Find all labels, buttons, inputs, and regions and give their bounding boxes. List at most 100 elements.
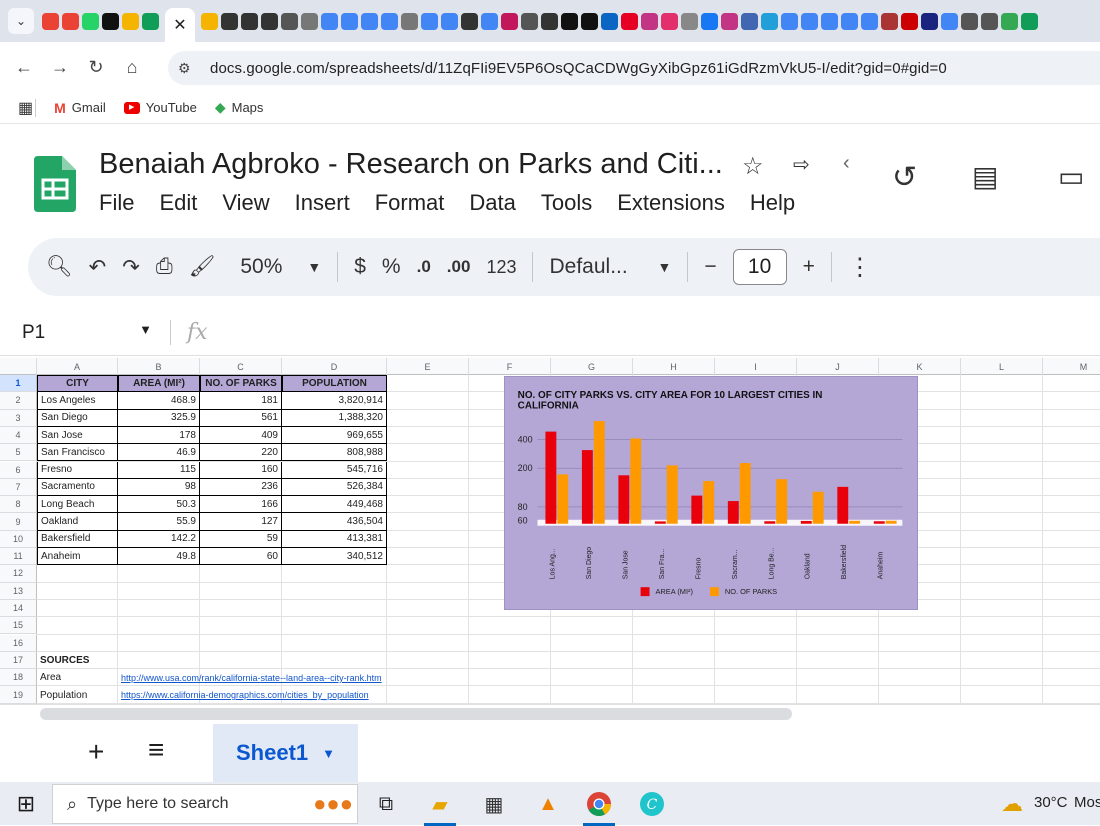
value-cell[interactable]: 561 (200, 409, 282, 427)
value-cell[interactable]: 55.9 (118, 513, 200, 531)
search-menus-icon[interactable]: 🔍︎ (46, 249, 73, 285)
tab-favicon-icon[interactable] (601, 12, 618, 30)
table-header-cell[interactable]: POPULATION (282, 375, 387, 393)
reload-icon[interactable]: ↻ (78, 49, 114, 85)
decrease-font-size-icon[interactable]: − (704, 249, 716, 285)
value-cell[interactable]: 449,468 (282, 496, 387, 514)
value-cell[interactable]: 160 (200, 461, 282, 479)
spreadsheet-grid[interactable]: ABCDEFGHIJKLM CITY AREA (MI²) NO. OF PARKS… (0, 358, 1100, 704)
chevron-down-icon[interactable]: ▼ (307, 249, 321, 285)
column-header-d[interactable]: D (282, 358, 387, 375)
column-header-b[interactable]: B (118, 358, 200, 375)
tab-favicon-icon[interactable] (761, 12, 778, 30)
embedded-chart[interactable]: NO. OF CITY PARKS VS. CITY AREA FOR 10 L… (504, 376, 918, 610)
document-title[interactable]: Benaiah Agbroko - Research on Parks and … (99, 148, 723, 181)
tab-favicon-icon[interactable] (421, 12, 438, 30)
move-folder-icon[interactable]: ⇨ (793, 152, 810, 177)
tab-favicon-icon[interactable] (501, 12, 518, 30)
column-header-h[interactable]: H (633, 358, 715, 375)
tab-favicon-icon[interactable] (62, 12, 79, 30)
value-cell[interactable]: 1,388,320 (282, 409, 387, 427)
version-history-icon[interactable]: ↺ (892, 160, 917, 195)
print-icon[interactable]: ⎙ (156, 249, 173, 285)
vlc-icon[interactable]: ▲ (532, 788, 564, 820)
decrease-decimal-button[interactable]: .0 (417, 249, 431, 285)
row-header-5[interactable]: 5 (0, 444, 37, 462)
column-header-j[interactable]: J (797, 358, 879, 375)
value-cell[interactable]: 969,655 (282, 426, 387, 445)
tab-favicon-icon[interactable] (321, 12, 338, 30)
weather-condition[interactable]: Mos (1074, 794, 1100, 811)
value-cell[interactable]: 50.3 (118, 496, 200, 514)
horizontal-scrollbar[interactable] (0, 704, 1100, 722)
tab-search-icon[interactable]: ⌄ (8, 8, 34, 34)
apps-grid-icon[interactable]: ▦ (18, 98, 33, 118)
tab-favicon-icon[interactable] (261, 12, 278, 30)
menu-edit[interactable]: Edit (159, 190, 197, 216)
star-icon[interactable]: ☆ (742, 152, 764, 181)
value-cell[interactable]: 526,384 (282, 478, 387, 497)
zoom-select[interactable]: 50% (231, 249, 291, 285)
row-header-1[interactable]: 1 (0, 375, 37, 393)
windows-start-icon[interactable]: ⊞ (10, 788, 42, 820)
microsoft-store-icon[interactable]: ▦ (478, 788, 510, 820)
bookmark-youtube[interactable]: ▶ YouTube (123, 100, 197, 115)
tab-favicon-icon[interactable] (921, 12, 938, 30)
sheets-logo-icon[interactable] (34, 156, 76, 212)
tab-favicon-icon[interactable] (881, 12, 898, 30)
font-select[interactable]: Defaul... (549, 249, 641, 285)
tab-favicon-icon[interactable] (641, 12, 658, 30)
row-header-11[interactable]: 11 (0, 548, 37, 566)
weather-icon[interactable]: ☁ (996, 788, 1028, 820)
tab-favicon-icon[interactable] (341, 12, 358, 30)
table-header-cell[interactable]: AREA (MI²) (118, 375, 200, 393)
value-cell[interactable]: 127 (200, 513, 282, 531)
row-header-12[interactable]: 12 (0, 565, 37, 583)
tab-favicon-icon[interactable] (621, 12, 638, 30)
tab-favicon-icon[interactable] (281, 12, 298, 30)
value-cell[interactable]: 545,716 (282, 461, 387, 479)
column-header-i[interactable]: I (715, 358, 797, 375)
tab-favicon-icon[interactable] (201, 12, 218, 30)
tab-favicon-icon[interactable] (301, 12, 318, 30)
row-header-6[interactable]: 6 (0, 461, 37, 479)
tab-favicon-icon[interactable] (721, 12, 738, 30)
comments-icon[interactable]: ▤ (972, 160, 998, 193)
value-cell[interactable]: 60 (200, 548, 282, 566)
tab-favicon-icon[interactable] (82, 12, 99, 30)
value-cell[interactable]: 142.2 (118, 530, 200, 548)
back-icon[interactable]: ← (6, 49, 42, 85)
column-header-g[interactable]: G (551, 358, 633, 375)
tab-favicon-icon[interactable] (122, 12, 139, 30)
taskbar-search-box[interactable]: ⌕ Type here to search ●●● (52, 784, 358, 824)
tab-favicon-icon[interactable] (521, 12, 538, 30)
home-icon[interactable]: ⌂ (114, 49, 150, 85)
menu-format[interactable]: Format (375, 190, 445, 216)
value-cell[interactable]: 46.9 (118, 444, 200, 462)
tab-favicon-icon[interactable] (681, 12, 698, 30)
tab-favicon-icon[interactable] (541, 12, 558, 30)
row-header-18[interactable]: 18 (0, 669, 37, 687)
value-cell[interactable]: 436,504 (282, 513, 387, 531)
row-header-15[interactable]: 15 (0, 617, 37, 635)
select-all-corner[interactable] (0, 358, 37, 375)
value-cell[interactable]: 808,988 (282, 444, 387, 462)
row-header-2[interactable]: 2 (0, 392, 37, 410)
city-cell[interactable]: Long Beach (37, 496, 118, 514)
tab-favicon-icon[interactable] (701, 12, 718, 30)
tab-favicon-icon[interactable] (102, 12, 119, 30)
source-label-cell[interactable]: Area (37, 669, 118, 686)
active-tab-close-icon[interactable]: ✕ (165, 8, 195, 42)
value-cell[interactable]: 115 (118, 461, 200, 479)
tab-favicon-icon[interactable] (1021, 12, 1038, 30)
row-header-4[interactable]: 4 (0, 426, 37, 445)
value-cell[interactable]: 59 (200, 530, 282, 548)
sources-label[interactable]: SOURCES (37, 652, 118, 669)
forward-icon[interactable]: → (42, 49, 78, 85)
meet-video-icon[interactable]: ▭ (1058, 160, 1084, 193)
value-cell[interactable]: 325.9 (118, 409, 200, 427)
canva-icon[interactable]: C (636, 788, 668, 820)
number-format-button[interactable]: 123 (486, 249, 516, 285)
redo-icon[interactable]: ↷ (122, 249, 140, 285)
all-sheets-menu-icon[interactable]: ≡ (148, 734, 164, 766)
